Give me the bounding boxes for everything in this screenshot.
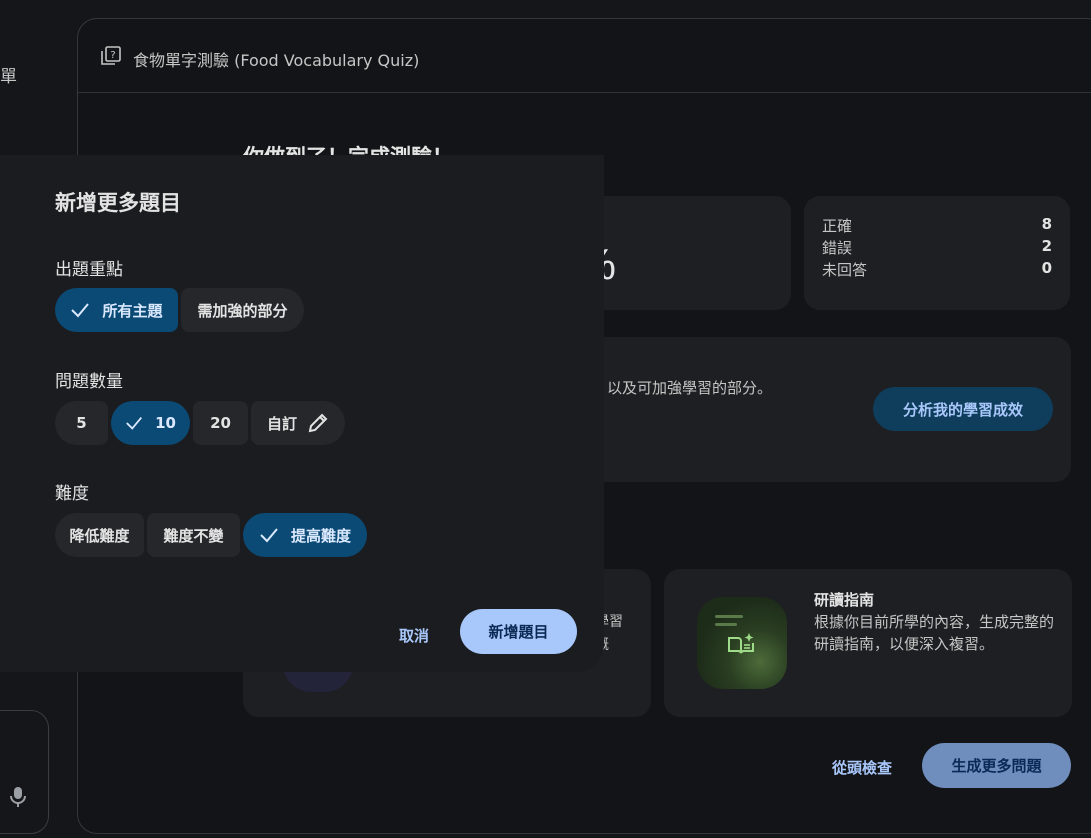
chip-label: 10 bbox=[155, 414, 176, 432]
study-guide-description: 根據你目前所學的內容，生成完整的研讀指南，以便深入複習。 bbox=[814, 613, 1055, 653]
book-sparkle-icon bbox=[728, 633, 754, 654]
difficulty-chip-group: 降低難度 難度不變 提高難度 bbox=[55, 513, 367, 557]
analysis-text: ，以及可加強學習的部分。 bbox=[592, 379, 773, 397]
chip-label: 5 bbox=[76, 414, 87, 432]
stat-row-correct: 正確 8 bbox=[822, 215, 1052, 236]
stat-value: 8 bbox=[1041, 215, 1052, 233]
stat-value: 0 bbox=[1041, 259, 1052, 277]
chip-lower-difficulty[interactable]: 降低難度 bbox=[55, 513, 144, 557]
chip-count-custom[interactable]: 自訂 bbox=[251, 401, 345, 445]
chip-all-topics[interactable]: 所有主題 bbox=[55, 288, 178, 332]
stat-label: 未回答 bbox=[822, 261, 868, 279]
panel-header: ? 食物單字測驗 (Food Vocabulary Quiz) bbox=[78, 19, 1091, 93]
quiz-icon: ? bbox=[101, 46, 121, 65]
review-from-start-link[interactable]: 從頭檢查 bbox=[832, 757, 892, 778]
stat-label: 正確 bbox=[822, 217, 853, 235]
chip-count-20[interactable]: 20 bbox=[193, 401, 248, 445]
chip-label: 難度不變 bbox=[163, 526, 224, 545]
count-chip-group: 5 10 20 自訂 bbox=[55, 401, 345, 445]
chip-higher-difficulty[interactable]: 提高難度 bbox=[243, 513, 367, 557]
stat-row-wrong: 錯誤 2 bbox=[822, 237, 1052, 258]
chip-label: 自訂 bbox=[266, 414, 297, 433]
chip-label: 20 bbox=[210, 414, 231, 432]
cancel-button[interactable]: 取消 bbox=[399, 625, 429, 646]
study-guide-title: 研讀指南 bbox=[814, 591, 875, 609]
check-icon bbox=[260, 528, 278, 543]
count-label: 問題數量 bbox=[55, 372, 123, 392]
chip-label: 所有主題 bbox=[102, 301, 163, 320]
chip-label: 降低難度 bbox=[69, 526, 130, 545]
quiz-title: 食物單字測驗 (Food Vocabulary Quiz) bbox=[133, 51, 420, 70]
stat-row-unanswered: 未回答 0 bbox=[822, 259, 1052, 280]
difficulty-label: 難度 bbox=[55, 484, 89, 504]
chip-count-10[interactable]: 10 bbox=[111, 401, 190, 445]
generate-more-button[interactable]: 生成更多問題 bbox=[922, 743, 1071, 788]
add-questions-button[interactable]: 新增題目 bbox=[460, 609, 577, 654]
focus-chip-group: 所有主題 需加強的部分 bbox=[55, 288, 304, 332]
mic-icon[interactable] bbox=[8, 786, 28, 808]
sidebar-text-fragment: 單 bbox=[0, 67, 17, 87]
chip-label: 提高難度 bbox=[290, 526, 351, 545]
chip-needs-improvement[interactable]: 需加強的部分 bbox=[181, 288, 304, 332]
check-icon bbox=[126, 416, 143, 430]
chip-same-difficulty[interactable]: 難度不變 bbox=[147, 513, 240, 557]
check-icon bbox=[71, 303, 90, 318]
add-questions-dialog: 新增更多題目 出題重點 所有主題 需加強的部分 問題數量 5 10 20 自訂 bbox=[0, 155, 604, 672]
focus-label: 出題重點 bbox=[55, 260, 123, 280]
dialog-title: 新增更多題目 bbox=[55, 191, 181, 215]
chat-input[interactable] bbox=[0, 710, 49, 834]
stat-label: 錯誤 bbox=[822, 239, 853, 257]
stats-card: 正確 8 錯誤 2 未回答 0 bbox=[804, 196, 1070, 310]
analyze-learning-button[interactable]: 分析我的學習成效 bbox=[873, 387, 1053, 431]
study-guide-illustration bbox=[697, 597, 787, 689]
chip-label: 需加強的部分 bbox=[197, 301, 288, 320]
svg-text:?: ? bbox=[110, 50, 115, 61]
study-guide-card[interactable]: 研讀指南 根據你目前所學的內容，生成完整的研讀指南，以便深入複習。 bbox=[664, 569, 1072, 717]
chip-count-5[interactable]: 5 bbox=[55, 401, 108, 445]
pencil-icon bbox=[308, 413, 328, 433]
stat-value: 2 bbox=[1041, 237, 1052, 255]
